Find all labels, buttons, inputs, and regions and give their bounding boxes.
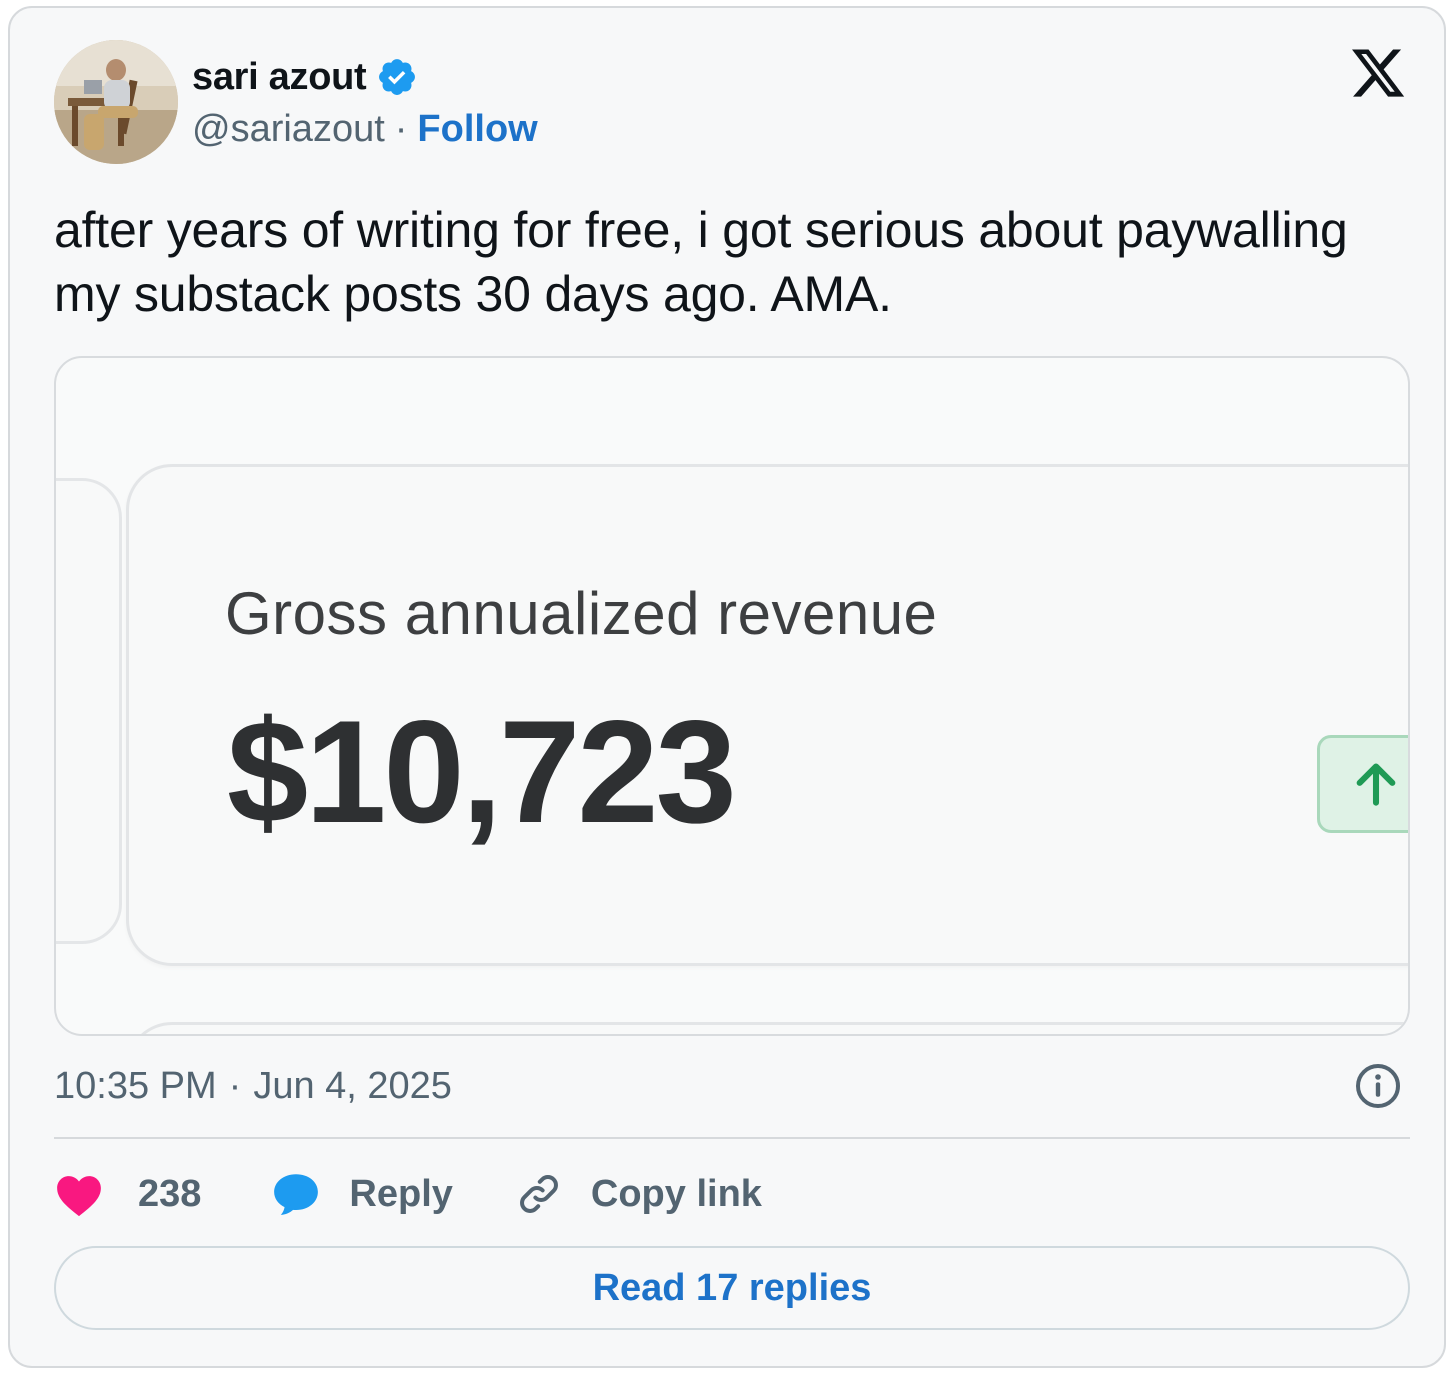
tweet-text: after years of writing for free, i got s… — [54, 202, 1348, 322]
verified-badge-icon — [379, 59, 416, 95]
next-card-edge — [126, 1022, 1408, 1034]
like-button[interactable]: 238 — [54, 1171, 201, 1217]
info-icon[interactable] — [1354, 1062, 1402, 1110]
like-count: 238 — [138, 1172, 202, 1215]
tweet-card: sari azout @sariazout · Follow after yea… — [8, 6, 1446, 1368]
read-replies-label: Read 17 replies — [592, 1266, 872, 1309]
author-handle-row: @sariazout · Follow — [192, 108, 538, 151]
adjacent-card-edge — [56, 478, 122, 944]
tweet-date[interactable]: Jun 4, 2025 — [253, 1065, 452, 1108]
media-image[interactable]: Gross annualized revenue $10,723 — [54, 356, 1410, 1036]
link-icon — [519, 1175, 558, 1213]
speech-bubble-icon — [274, 1174, 319, 1215]
trend-badge — [1317, 735, 1408, 833]
copy-link-button[interactable]: Copy link — [515, 1170, 762, 1218]
divider — [54, 1137, 1410, 1139]
follow-button[interactable]: Follow — [417, 108, 537, 151]
revenue-card: Gross annualized revenue $10,723 — [126, 464, 1408, 966]
timestamp-row: 10:35 PM · Jun 4, 2025 — [54, 1062, 1410, 1110]
author-name-row: sari azout — [192, 54, 418, 100]
x-logo-icon[interactable] — [1348, 44, 1408, 102]
timestamp-separator: · — [228, 1064, 242, 1107]
metric-value: $10,723 — [227, 690, 737, 853]
reply-label: Reply — [349, 1172, 453, 1215]
arrow-up-icon — [1356, 763, 1396, 806]
metric-label: Gross annualized revenue — [225, 580, 938, 647]
author-name[interactable]: sari azout — [192, 56, 367, 99]
reply-button[interactable]: Reply — [271, 1171, 453, 1217]
handle-separator: · — [394, 108, 408, 150]
action-bar: 238 Reply Copy link — [54, 1162, 762, 1226]
author-handle[interactable]: @sariazout — [192, 108, 385, 151]
tweet-time[interactable]: 10:35 PM — [54, 1065, 217, 1108]
heart-icon — [57, 1176, 101, 1217]
read-replies-button[interactable]: Read 17 replies — [54, 1246, 1410, 1330]
copy-link-label: Copy link — [590, 1172, 762, 1215]
avatar[interactable] — [54, 40, 178, 164]
